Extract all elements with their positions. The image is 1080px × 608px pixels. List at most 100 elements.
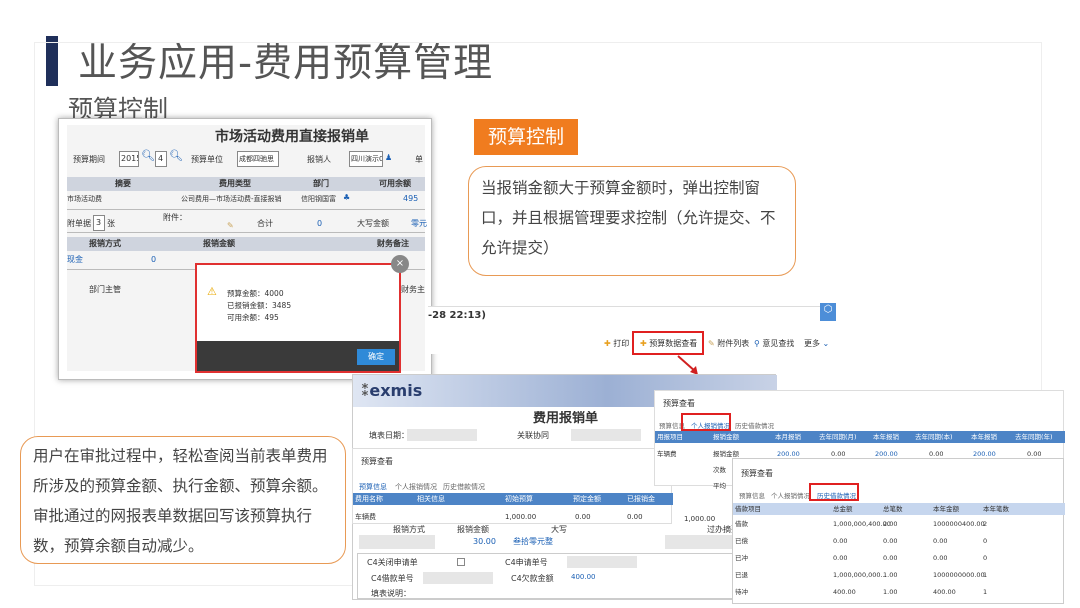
search-icon[interactable]: 🔍︎ <box>169 149 183 163</box>
panel1-cell: 车辆费 <box>355 513 376 521</box>
panel1-col: 已报销金 <box>627 495 655 503</box>
panel1-extra-value: 1,000.00 <box>684 515 716 523</box>
panel2-side-label: 次数 <box>713 466 726 474</box>
panel2-side-label: 平均 <box>713 482 726 490</box>
attach-count-input[interactable]: 3 <box>93 215 105 231</box>
panel1-cell: 1,000.00 <box>505 513 537 521</box>
finance-label: 财务主 <box>401 285 425 294</box>
attach-unit: 张 <box>107 219 115 228</box>
panel2-col: 用报项目 <box>657 433 683 441</box>
grid-cell: 公司费用—市场活动费-直接报销 <box>181 195 282 203</box>
panel3-title: 预算查看 <box>741 469 773 478</box>
panel3-cell: 0.00 <box>883 537 898 545</box>
panel3-cell: 0 <box>983 537 988 545</box>
panel3-cell: 1000000400.00 <box>933 520 985 528</box>
print-button[interactable]: ✚ 打印 <box>604 337 629 351</box>
budget-control-tag: 预算控制 <box>474 119 578 155</box>
panel3-cell: 已偿 <box>735 537 748 545</box>
amount-value: 30.00 <box>473 537 496 546</box>
panel3-cell: 1 <box>983 588 988 596</box>
panel3-cell: 1.00 <box>883 588 898 596</box>
more-button[interactable]: 更多 ⌄ <box>804 337 829 351</box>
budget-control-dialog: ⚠ 预算金额：4000 已报销金额：3485 可用余额：495 确定 <box>195 263 401 373</box>
form2-title: 费用报销单 <box>533 411 599 426</box>
attach-label: 附单据 <box>67 219 91 228</box>
panel2-col: 去年同期(年) <box>1015 433 1053 441</box>
c4-close-checkbox[interactable] <box>457 558 465 566</box>
uppercase-label: 大写 <box>551 525 567 534</box>
panel3-col: 总金额 <box>833 505 853 513</box>
panel3-cell: 借款 <box>735 520 748 528</box>
panel2-cell: 车辆费 <box>657 450 677 458</box>
panel3-col: 借款项目 <box>735 505 761 513</box>
highlight-box <box>681 413 731 431</box>
panel1-title: 预算查看 <box>361 457 393 466</box>
cube-icon[interactable]: ⬡ <box>820 303 836 321</box>
fill-date-label: 填表日期： <box>369 431 409 440</box>
col-summary: 摘要 <box>115 179 131 188</box>
print-label: 打印 <box>613 339 630 348</box>
panel1-col: 费用名称 <box>355 495 383 503</box>
panel3-tab-personal[interactable]: 个人报销情况 <box>771 489 810 503</box>
panel2-col: 本月报销 <box>775 433 801 441</box>
panel3-cell: 0.00 <box>933 554 948 562</box>
opinion-search-label: 意见查找 <box>762 339 795 348</box>
period-year-input[interactable]: 2015 <box>119 151 139 167</box>
unit-input[interactable]: 成都四驰思 <box>237 151 279 167</box>
col-pay-method: 报销方式 <box>89 239 121 248</box>
uppercase-value: 零元 <box>411 219 427 228</box>
unit-label: 预算单位 <box>191 155 223 164</box>
attachment-label: 附件： <box>163 213 187 222</box>
panel1-col: 相关信息 <box>417 495 445 503</box>
c4-due-label: C4欠款金额 <box>511 574 554 583</box>
attachment-list-button[interactable]: ✎ 附件列表 <box>708 337 749 351</box>
dialog-ok-button[interactable]: 确定 <box>357 349 395 365</box>
panel3-cell: 已冲 <box>735 554 748 562</box>
opinion-search-button[interactable]: ⚲ 意见查找 <box>754 337 794 351</box>
c4-close-label: C4关闭申请单 <box>367 558 418 567</box>
logo-text: exmis <box>369 381 423 400</box>
reporter-input[interactable]: 四川演示01 <box>349 151 383 167</box>
budget-view-panel-1: 预算查看 预算信息 个人报销情况 历史借款情况 费用名称 相关信息 初始预算 预… <box>352 448 673 524</box>
panel1-cell: 0.00 <box>575 513 591 521</box>
form1-screenshot: 市场活动费用直接报销单 预算期间 2015 🔍︎ 4 🔍︎ 预算单位 成都四驰思… <box>58 118 432 380</box>
total-label: 合计 <box>257 219 273 228</box>
form2-toolbar-screenshot: -28 22:13) ⬡ ✚ 打印 ✚ 预算数据查看 ✎ 附件列表 ⚲ 意见查找… <box>428 303 836 355</box>
panel3-cell: 1.00 <box>883 571 898 579</box>
panel3-tab-budget[interactable]: 预算信息 <box>739 489 765 503</box>
highlight-box <box>809 483 859 501</box>
panel3-cell: 2.00 <box>883 520 898 528</box>
dialog-close-icon[interactable]: × <box>391 255 409 273</box>
dept-icon[interactable]: ♣ <box>343 191 350 205</box>
paperclip-icon[interactable]: ✎ <box>227 219 234 233</box>
panel3-cell: 0.00 <box>883 554 898 562</box>
panel1-tab-history[interactable]: 历史借款情况 <box>443 480 485 494</box>
pay-method-value: 现金 <box>67 255 83 264</box>
uppercase-label: 大写金额 <box>357 219 389 228</box>
search-icon[interactable]: 🔍︎ <box>141 149 155 163</box>
panel3-col: 本年金额 <box>933 505 959 513</box>
col-available: 可用余额 <box>379 179 411 188</box>
pay-amount-value: 0 <box>151 255 157 264</box>
col-expense-type: 费用类型 <box>219 179 251 188</box>
grid-cell: 信阳钢国富 <box>301 195 336 203</box>
attachment-list-label: 附件列表 <box>717 339 750 348</box>
period-month-input[interactable]: 4 <box>155 151 167 167</box>
user-icon[interactable]: ♟ <box>385 151 392 165</box>
amount-cn-value: 叁拾零元整 <box>513 537 553 546</box>
panel1-col: 预定金额 <box>573 495 601 503</box>
panel2-col: 报销金额 <box>713 433 739 441</box>
panel3-cell: 1000000000.00 <box>933 571 985 579</box>
exmis-logo: ⁑exmis <box>361 381 423 400</box>
dept-head-label: 部门主管 <box>89 285 121 294</box>
panel2-title: 预算查看 <box>663 399 695 408</box>
panel3-cell: 1,000,000,000... <box>833 571 887 579</box>
panel3-cell: 待冲 <box>735 588 748 596</box>
form1-title: 市场活动费用直接报销单 <box>215 129 369 145</box>
panel3-cell: 0.00 <box>833 554 848 562</box>
c4-due-value: 400.00 <box>571 573 596 581</box>
panel3-cell: 2 <box>983 520 988 528</box>
col-finance-note: 财务备注 <box>377 239 409 248</box>
dialog-available-balance: 可用余额：495 <box>227 313 279 322</box>
panel3-cell: 400.00 <box>933 588 956 596</box>
